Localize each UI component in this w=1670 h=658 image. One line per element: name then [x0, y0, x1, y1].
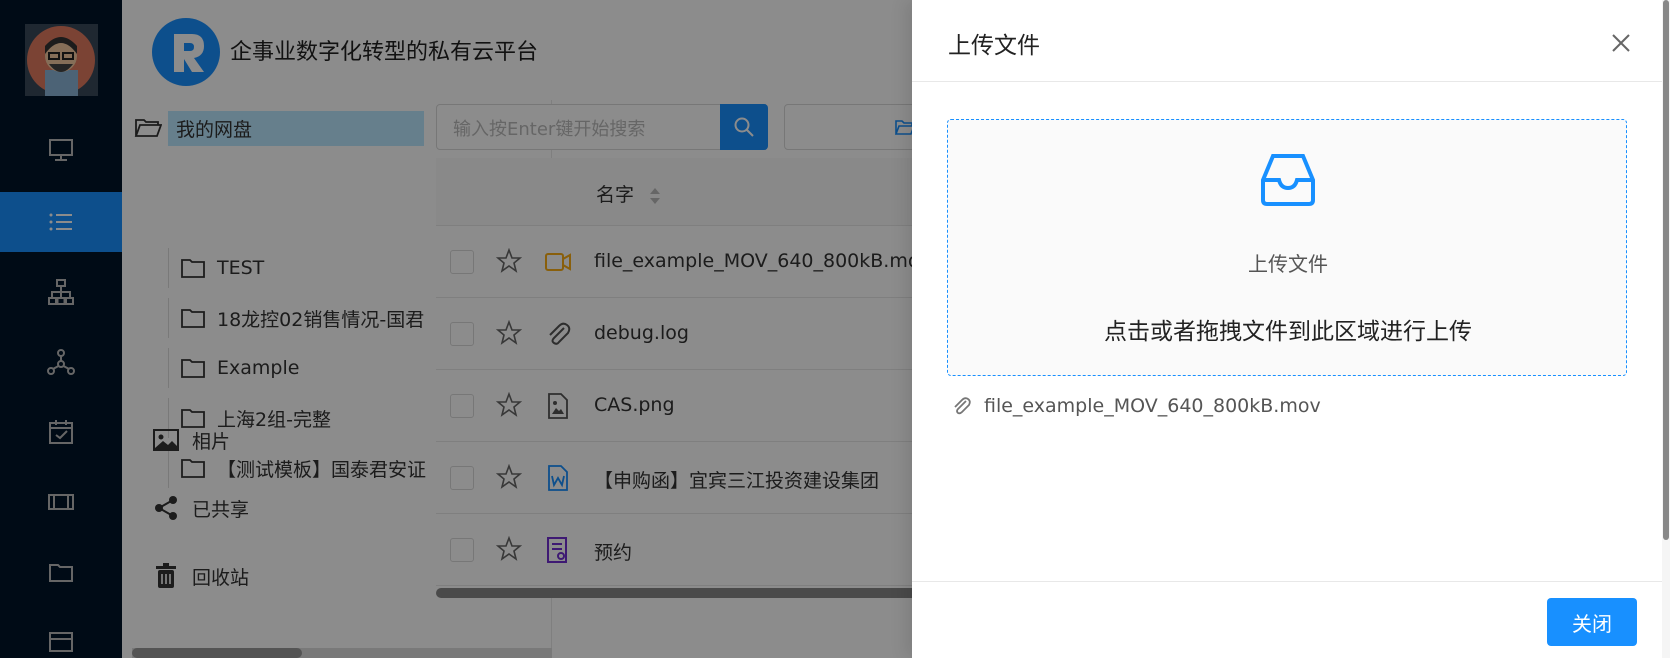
uploaded-file-name: file_example_MOV_640_800kB.mov: [984, 395, 1321, 417]
close-button[interactable]: 关闭: [1547, 598, 1637, 646]
drawer-footer: 关闭: [912, 581, 1662, 658]
upload-dropzone[interactable]: 上传文件 点击或者拖拽文件到此区域进行上传: [947, 119, 1627, 376]
drawer-scrollbar[interactable]: [1662, 0, 1670, 658]
drawer-title: 上传文件: [948, 33, 1040, 59]
close-icon[interactable]: [1606, 28, 1636, 58]
paperclip-icon: [954, 397, 971, 415]
dropzone-hint: 点击或者拖拽文件到此区域进行上传: [1104, 319, 1472, 345]
uploaded-file-item[interactable]: file_example_MOV_640_800kB.mov: [950, 392, 1321, 420]
dropzone-title: 上传文件: [1248, 252, 1328, 276]
inbox-icon: [1261, 154, 1315, 206]
scrollbar-thumb[interactable]: [1663, 0, 1669, 540]
upload-drawer: 上传文件 上传文件 点击或者拖拽文件到此区域进行上传 file_example_…: [912, 0, 1662, 658]
drawer-header: 上传文件: [912, 0, 1662, 82]
